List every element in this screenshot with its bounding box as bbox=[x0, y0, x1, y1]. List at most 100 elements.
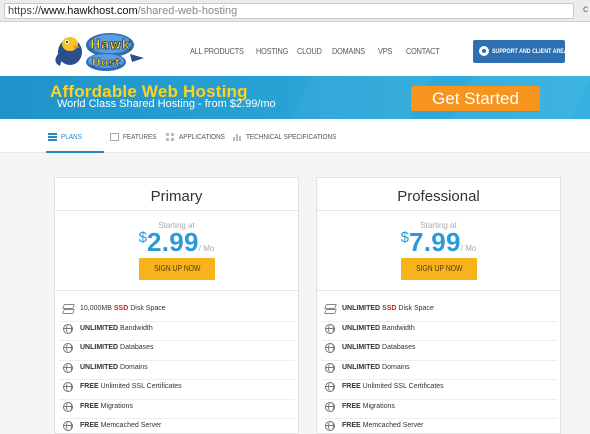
nav-all-products[interactable]: ALL PRODUCTS bbox=[190, 46, 244, 56]
feature-suffix: Domains bbox=[380, 363, 410, 371]
layers-icon bbox=[63, 304, 73, 314]
banner-subtitle: World Class Shared Hosting - from $2.99/… bbox=[57, 98, 276, 110]
list-icon bbox=[48, 133, 57, 141]
feature-suffix: Disk Space bbox=[396, 305, 434, 312]
lifebuoy-icon bbox=[479, 46, 489, 56]
url-protocol: https:// bbox=[8, 5, 42, 17]
browser-url-bar: https://www.hawkhost.com/shared-web-host… bbox=[0, 0, 590, 22]
feature-item: UNLIMITED SSD Disk Space bbox=[321, 302, 557, 322]
reload-icon[interactable]: c bbox=[583, 4, 588, 15]
feature-item: FREE Memcached Server bbox=[321, 419, 557, 434]
currency-symbol: $ bbox=[400, 229, 409, 246]
globe-icon bbox=[63, 362, 73, 373]
feature-suffix: Migrations bbox=[98, 402, 133, 410]
feature-prefix: FREE bbox=[80, 402, 99, 410]
feature-item: FREE Unlimited SSL Certificates bbox=[59, 380, 295, 400]
globe-icon bbox=[63, 401, 73, 412]
hawk-mascot-icon: Hawk Host bbox=[55, 33, 144, 71]
globe-icon bbox=[325, 323, 335, 334]
feature-prefix: UNLIMITED bbox=[342, 363, 381, 371]
price-amount: 2.99 bbox=[146, 227, 199, 257]
tab-label: APPLICATIONS bbox=[179, 132, 225, 142]
nav-vps[interactable]: VPS bbox=[378, 46, 392, 56]
feature-suffix: Unlimited SSL Certificates bbox=[98, 383, 182, 390]
price-amount: 7.99 bbox=[408, 227, 461, 257]
feature-suffix: Bandwidth bbox=[380, 324, 415, 332]
tab-label: FEATURES bbox=[123, 132, 157, 142]
feature-item: FREE Unlimited SSL Certificates bbox=[321, 380, 557, 400]
document-icon bbox=[110, 133, 119, 142]
nav-cloud[interactable]: CLOUD bbox=[297, 46, 322, 56]
sign-up-button[interactable]: SIGN UP NOW bbox=[139, 258, 215, 280]
get-started-button[interactable]: Get Started bbox=[411, 86, 540, 111]
globe-icon bbox=[325, 362, 335, 373]
layers-icon bbox=[325, 304, 335, 314]
nav-contact[interactable]: CONTACT bbox=[406, 46, 440, 56]
nav-hosting[interactable]: HOSTING bbox=[256, 46, 288, 56]
tab-features[interactable]: FEATURES bbox=[110, 131, 162, 143]
feature-item: UNLIMITED Bandwidth bbox=[59, 322, 295, 341]
feature-list: 10,000MB SSD Disk Space UNLIMITED Bandwi… bbox=[59, 302, 295, 434]
feature-item: FREE Memcached Server bbox=[59, 419, 295, 434]
globe-icon bbox=[63, 323, 73, 334]
feature-highlight: SSD bbox=[382, 305, 397, 312]
support-button-label: SUPPORT AND CLIENT AREA bbox=[492, 48, 565, 55]
url-path: /shared-web-hosting bbox=[137, 5, 238, 17]
sign-up-button[interactable]: SIGN UP NOW bbox=[401, 258, 477, 280]
bar-chart-icon bbox=[233, 133, 242, 142]
tab-label: PLANS bbox=[61, 132, 82, 142]
price-period: / Mo bbox=[460, 244, 477, 253]
feature-suffix: Disk Space bbox=[128, 305, 166, 312]
tab-technical-specifications[interactable]: TECHNICAL SPECIFICATIONS bbox=[233, 131, 352, 143]
divider bbox=[55, 290, 298, 291]
globe-icon bbox=[325, 343, 335, 353]
feature-suffix: Bandwidth bbox=[118, 324, 153, 332]
feature-suffix: Migrations bbox=[360, 402, 395, 410]
feature-prefix: UNLIMITED bbox=[342, 344, 381, 351]
feature-suffix: Databases bbox=[118, 344, 154, 351]
plan-price: $7.99/ Mo bbox=[317, 227, 560, 258]
globe-icon bbox=[325, 401, 335, 412]
globe-icon bbox=[63, 382, 73, 392]
feature-prefix: 10,000MB bbox=[80, 305, 114, 312]
globe-icon bbox=[63, 343, 73, 353]
feature-suffix: Domains bbox=[118, 363, 148, 371]
price-period: / Mo bbox=[198, 244, 215, 253]
plan-card-primary: Primary Starting at $2.99/ Mo SIGN UP NO… bbox=[54, 177, 299, 434]
feature-item: FREE Migrations bbox=[59, 400, 295, 419]
feature-prefix: FREE bbox=[342, 422, 361, 429]
feature-item: UNLIMITED Domains bbox=[59, 361, 295, 380]
feature-highlight: SSD bbox=[113, 305, 129, 312]
feature-prefix: UNLIMITED bbox=[342, 324, 381, 332]
globe-icon bbox=[63, 421, 73, 431]
grid-icon bbox=[166, 133, 175, 142]
feature-prefix: FREE bbox=[80, 422, 99, 429]
feature-prefix: UNLIMITED bbox=[80, 344, 119, 351]
feature-suffix: Unlimited SSL Certificates bbox=[360, 383, 444, 390]
hawkhost-logo[interactable]: Hawk Host bbox=[52, 28, 146, 72]
tab-label: TECHNICAL SPECIFICATIONS bbox=[246, 132, 337, 142]
divider bbox=[317, 210, 560, 211]
nav-domains[interactable]: DOMAINS bbox=[332, 46, 365, 56]
feature-prefix: FREE bbox=[80, 383, 99, 390]
feature-suffix: Databases bbox=[380, 344, 416, 351]
svg-text:Host: Host bbox=[92, 56, 121, 69]
plan-name: Primary bbox=[150, 188, 203, 205]
globe-icon bbox=[325, 382, 335, 392]
feature-prefix: FREE bbox=[342, 402, 361, 410]
tab-applications[interactable]: APPLICATIONS bbox=[166, 131, 233, 143]
sign-up-label: SIGN UP NOW bbox=[153, 264, 201, 273]
feature-list: UNLIMITED SSD Disk Space UNLIMITED Bandw… bbox=[321, 302, 557, 434]
feature-prefix: UNLIMITED bbox=[342, 305, 381, 312]
feature-item: 10,000MB SSD Disk Space bbox=[59, 302, 295, 322]
url-field[interactable]: https://www.hawkhost.com/shared-web-host… bbox=[4, 3, 574, 19]
feature-prefix: UNLIMITED bbox=[80, 324, 119, 332]
divider bbox=[317, 290, 560, 291]
tab-plans[interactable]: PLANS bbox=[48, 131, 86, 143]
support-client-area-button[interactable]: SUPPORT AND CLIENT AREA bbox=[473, 40, 565, 63]
feature-suffix: Memcached Server bbox=[360, 422, 424, 429]
feature-item: UNLIMITED Bandwidth bbox=[321, 322, 557, 341]
feature-item: UNLIMITED Databases bbox=[59, 341, 295, 361]
currency-symbol: $ bbox=[138, 229, 147, 246]
plan-name: Professional bbox=[397, 188, 480, 205]
